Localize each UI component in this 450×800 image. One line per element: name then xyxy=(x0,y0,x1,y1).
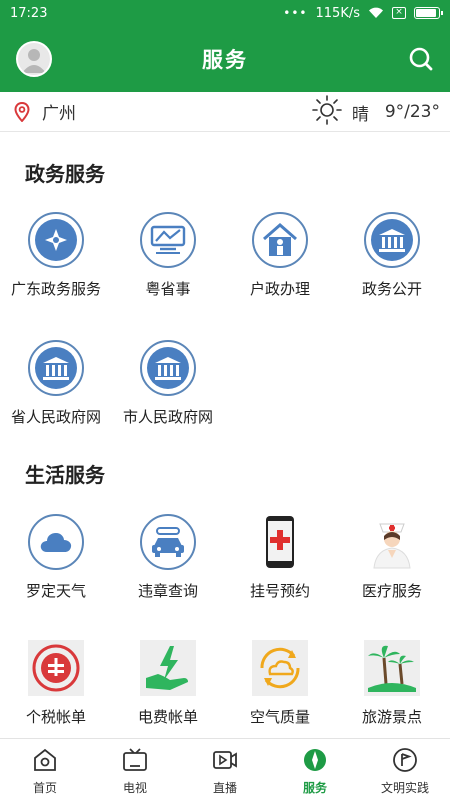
service-compass-icon xyxy=(302,747,328,773)
service-label: 电费帐单 xyxy=(137,708,198,726)
service-item-yueshengshi[interactable]: 粤省事 xyxy=(112,212,224,312)
gd-gov-service-icon xyxy=(28,212,84,268)
app-bar: 服务 xyxy=(0,26,450,92)
battery-icon xyxy=(414,7,443,19)
tab-live[interactable]: 直播 xyxy=(180,739,270,800)
status-time: 17:23 xyxy=(10,5,48,21)
weather-widget[interactable]: 晴 9°/23° xyxy=(312,92,440,132)
service-label: 省人民政府网 xyxy=(10,408,101,426)
tab-civilization[interactable]: 文明实践 xyxy=(360,739,450,800)
service-item-weather[interactable]: 罗定天气 xyxy=(0,514,112,614)
location-city[interactable]: 广州 xyxy=(42,99,76,124)
service-item-air-quality[interactable]: 空气质量 xyxy=(224,640,336,740)
sunny-icon xyxy=(312,95,342,129)
tv-icon xyxy=(122,747,148,773)
tab-label: 文明实践 xyxy=(380,781,429,795)
bottom-tab-bar: 首页 电视 直播 服务 文明实践 xyxy=(0,738,450,800)
tab-label: 电视 xyxy=(122,781,147,795)
live-video-icon xyxy=(212,747,238,773)
service-item-province-gov[interactable]: 省人民政府网 xyxy=(0,340,112,440)
service-label: 市人民政府网 xyxy=(122,408,213,426)
service-label: 政务公开 xyxy=(361,280,422,298)
tab-label: 服务 xyxy=(302,781,327,795)
weather-condition: 晴 xyxy=(351,104,369,125)
cloud-icon xyxy=(28,514,84,570)
service-label: 广东政务服务 xyxy=(10,280,101,298)
service-item-gov-open[interactable]: 政务公开 xyxy=(336,212,448,312)
service-label: 粤省事 xyxy=(145,280,191,298)
household-icon xyxy=(252,212,308,268)
service-item-appointment[interactable]: 挂号预约 xyxy=(224,514,336,614)
phone-medical-icon xyxy=(252,514,308,570)
nurse-icon xyxy=(364,514,420,570)
car-icon xyxy=(140,514,196,570)
service-item-gd-gov[interactable]: 广东政务服务 xyxy=(0,212,112,312)
page-title: 服务 xyxy=(202,48,248,72)
location-bar: 广州 晴 9°/23° xyxy=(0,92,450,132)
tax-stamp-icon xyxy=(28,640,84,696)
network-speed: 115K/s xyxy=(315,5,361,21)
tab-label: 首页 xyxy=(32,781,57,795)
service-item-city-gov[interactable]: 市人民政府网 xyxy=(112,340,224,440)
service-label: 个税帐单 xyxy=(25,708,86,726)
home-icon xyxy=(32,747,58,773)
tab-home[interactable]: 首页 xyxy=(0,739,90,800)
sim-icon: × xyxy=(392,7,406,19)
service-item-household[interactable]: 户政办理 xyxy=(224,212,336,312)
location-pin-icon[interactable] xyxy=(14,101,30,122)
service-item-medical[interactable]: 医疗服务 xyxy=(336,514,448,614)
service-label: 违章查询 xyxy=(137,582,198,600)
service-label: 户政办理 xyxy=(249,280,310,298)
section-title-gov: 政务服务 xyxy=(25,162,105,186)
air-quality-icon xyxy=(252,640,308,696)
service-item-tax[interactable]: 个税帐单 xyxy=(0,640,112,740)
service-label: 空气质量 xyxy=(249,708,310,726)
more-dots-icon: ••• xyxy=(283,6,308,20)
flag-circle-icon xyxy=(392,747,418,773)
palm-tree-icon xyxy=(364,640,420,696)
government-building-icon xyxy=(364,212,420,268)
wifi-icon xyxy=(368,7,384,19)
search-icon[interactable] xyxy=(408,46,434,72)
service-item-tourism[interactable]: 旅游景点 xyxy=(336,640,448,740)
weather-temperature: 9°/23° xyxy=(384,102,440,122)
government-building-icon xyxy=(140,340,196,396)
status-bar: 17:23 ••• 115K/s × xyxy=(0,0,450,26)
service-item-electricity[interactable]: 电费帐单 xyxy=(112,640,224,740)
service-label: 挂号预约 xyxy=(249,582,310,600)
tab-tv[interactable]: 电视 xyxy=(90,739,180,800)
service-item-violation[interactable]: 违章查询 xyxy=(112,514,224,614)
electricity-icon xyxy=(140,640,196,696)
government-building-icon xyxy=(28,340,84,396)
tab-label: 直播 xyxy=(212,781,237,795)
service-label: 旅游景点 xyxy=(361,708,422,726)
section-title-life: 生活服务 xyxy=(25,463,105,487)
avatar[interactable] xyxy=(16,41,52,77)
tab-service[interactable]: 服务 xyxy=(270,739,360,800)
service-label: 医疗服务 xyxy=(361,582,422,600)
service-label: 罗定天气 xyxy=(25,582,86,600)
yueshengshi-icon xyxy=(140,212,196,268)
